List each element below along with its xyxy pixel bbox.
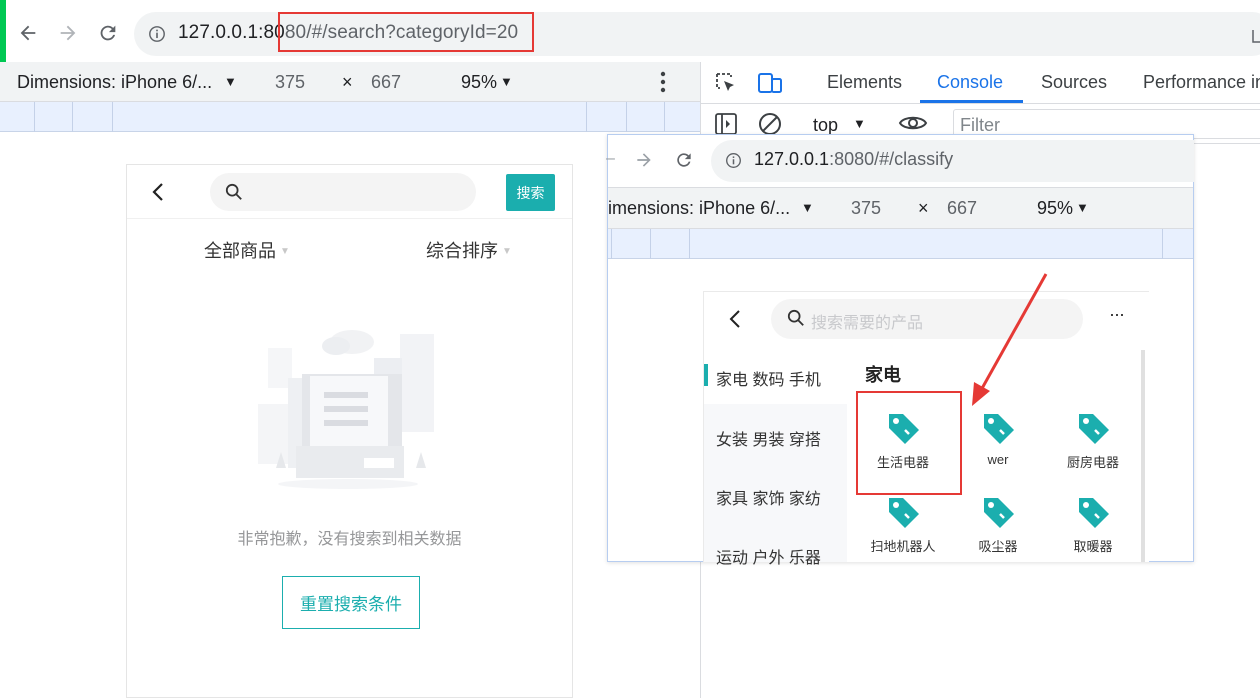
category-item[interactable]: 吸尘器 [953,492,1043,555]
back-button[interactable] [14,19,42,47]
reload-icon [100,25,116,41]
filter-label: 综合排序 [426,241,498,261]
sidebar-item-clothing[interactable]: 女装 男装 穿搭 [716,426,821,450]
popup-width-field[interactable]: 375 [851,198,881,219]
popup-url-rest: :8080/#/classify [829,149,954,169]
category-item-label: 吸尘器 [978,539,1018,554]
empty-message: 非常抱歉，没有搜索到相关数据 [237,531,462,548]
sidebar-item-appliances[interactable]: 家电 数码 手机 [716,366,821,390]
sidebar-item-furniture[interactable]: 家具 家饰 家纺 [716,485,821,509]
search-icon [787,309,805,327]
search-button[interactable]: 搜索 [506,174,555,211]
popup-device-select[interactable]: imensions: iPhone 6/... [608,198,790,219]
width-field[interactable]: 375 [275,72,305,93]
times-symbol: × [342,72,353,92]
popup-device-toolbar: imensions: iPhone 6/... ▼ 375 × 667 95% … [608,187,1193,229]
context-select[interactable]: top [813,115,838,136]
category-item[interactable]: wer [953,408,1043,467]
sidebar-item-sports[interactable]: 运动 户外 乐器 [716,544,821,568]
search-icon [225,183,243,201]
popup-url-host: 127.0.0.1 [754,149,830,169]
popup-media-query-ruler [608,229,1193,259]
more-options-icon[interactable]: ··· [1109,304,1125,325]
live-expression-eye-icon[interactable] [898,112,928,134]
price-tag-icon [978,408,1018,448]
popup-zoom-select[interactable]: 95% [1037,198,1073,219]
forward-button[interactable] [54,19,82,47]
category-item-label: 取暖器 [1073,539,1113,554]
scrollbar[interactable] [1141,350,1145,562]
zoom-dropdown-icon[interactable]: ▼ [500,74,513,89]
reset-search-button[interactable]: 重置搜索条件 [282,576,420,629]
device-toggle-icon[interactable] [757,71,783,95]
tab-console[interactable]: Console [937,72,1003,93]
tab-performance[interactable]: Performance in [1143,72,1260,93]
zoom-dropdown-icon[interactable]: ▼ [1076,200,1089,215]
sidebar-active-indicator [704,364,708,386]
zoom-select[interactable]: 95% [461,72,497,93]
device-select[interactable]: Dimensions: iPhone 6/... [17,72,212,93]
tab-sources[interactable]: Sources [1041,72,1107,93]
category-item[interactable]: 扫地机器人 [858,492,948,555]
search-input[interactable] [210,173,476,211]
caret-down-icon: ▼ [280,246,290,257]
active-tab-indicator [920,100,1023,103]
height-field[interactable]: 667 [371,72,401,93]
arrow-right-icon [60,25,76,41]
category-item-label: wer [987,452,1009,467]
annotation-arrow-icon [960,268,1052,408]
price-tag-icon [1073,408,1113,448]
price-tag-icon [978,492,1018,532]
filter-label: 全部商品 [204,241,276,261]
devtools-tabbar: Elements Console Sources Performance in [701,62,1260,104]
category-item-label: 扫地机器人 [870,539,936,554]
forward-button[interactable] [634,150,654,170]
device-dropdown-icon[interactable]: ▼ [801,200,814,215]
url-prefix: 127.0.0.1:80 [178,22,285,43]
caret-down-icon: ▼ [502,246,512,257]
tab-elements[interactable]: Elements [827,72,902,93]
context-dropdown-icon[interactable]: ▼ [853,116,866,131]
page-action-icon[interactable] [1252,28,1260,44]
category-item[interactable]: 厨房电器 [1048,408,1138,471]
divider [127,218,572,219]
device-toolbar: Dimensions: iPhone 6/... ▼ 375 × 667 95%… [0,62,700,102]
inspect-element-icon[interactable] [714,71,738,95]
back-arrow-icon[interactable]: – [606,150,615,168]
more-options-icon[interactable] [660,71,666,93]
classify-search-placeholder: 搜索需要的产品 [811,315,924,332]
reload-button[interactable] [94,19,122,47]
price-tag-icon [1073,492,1113,532]
filter-all-goods[interactable]: 全部商品 ▼ [204,237,290,263]
reload-button[interactable] [674,150,694,170]
url-highlight-box [278,12,534,52]
info-icon[interactable] [725,152,742,169]
arrow-left-icon [20,25,36,41]
device-dropdown-icon[interactable]: ▼ [224,74,237,89]
popup-url-text[interactable]: 127.0.0.1:8080/#/classify [754,149,953,170]
info-icon[interactable] [148,25,166,43]
category-title: 家电 [865,365,901,385]
popup-height-field[interactable]: 667 [947,198,977,219]
price-tag-icon [883,492,923,532]
empty-state-illustration-icon [252,318,444,490]
back-arrow-icon[interactable] [150,182,166,202]
sidebar-toggle-icon[interactable] [714,112,738,136]
back-arrow-icon[interactable] [728,309,742,329]
filter-sort[interactable]: 综合排序 ▼ [426,237,512,263]
reload-icon [677,153,691,167]
arrow-right-icon [637,153,651,167]
category-highlight-box [856,391,962,495]
media-query-ruler[interactable] [0,102,700,132]
category-item[interactable]: 取暖器 [1048,492,1138,555]
category-item-label: 厨房电器 [1066,455,1119,470]
times-symbol: × [918,198,929,218]
